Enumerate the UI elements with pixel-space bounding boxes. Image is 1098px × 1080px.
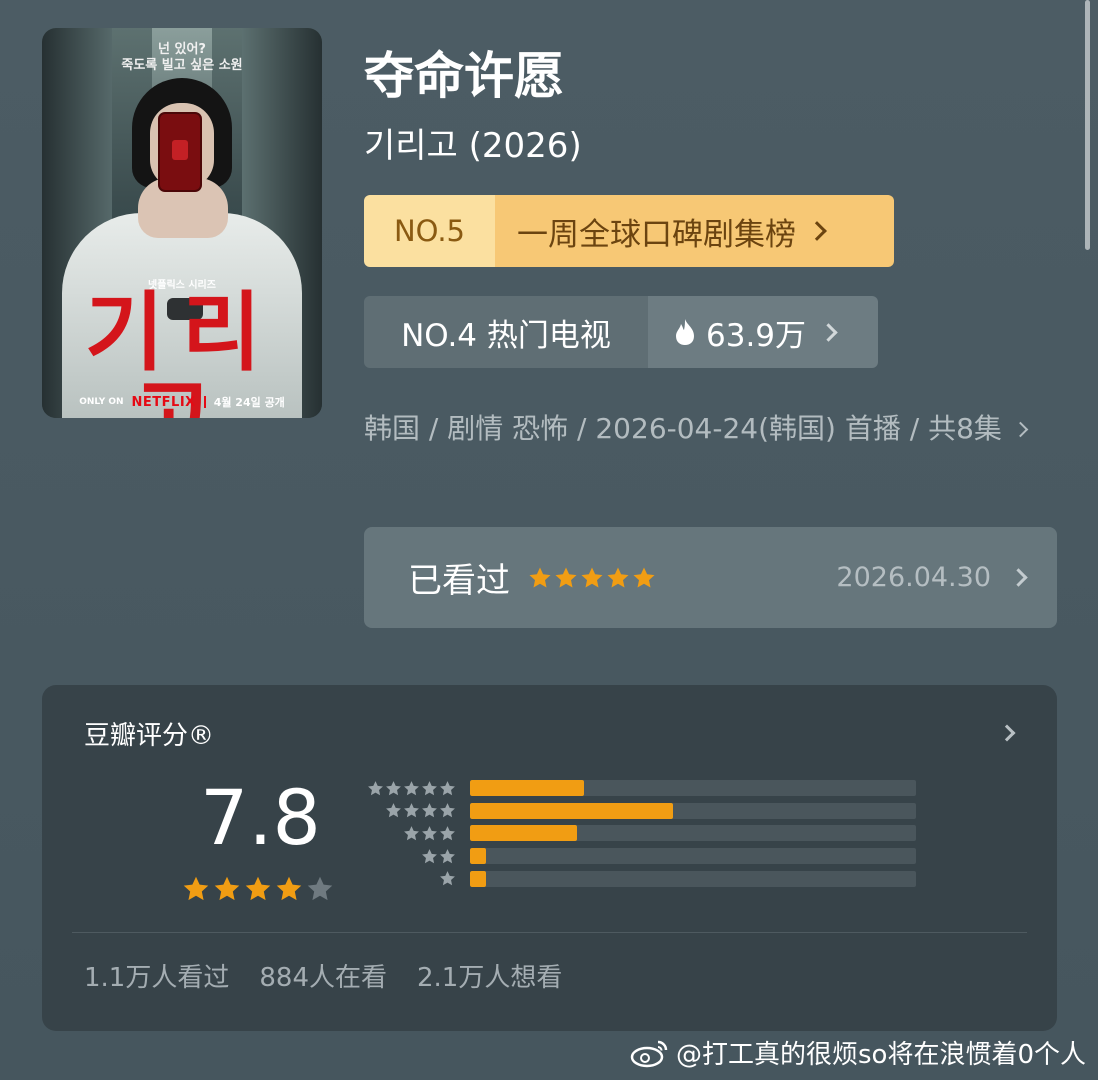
star-icon [422,848,437,863]
weekly-rank-label: 一周全球口碑剧集榜 [517,216,796,253]
hot-tv-rank-badge[interactable]: NO.4 热门电视 63.9万 [364,296,878,368]
flame-icon [676,319,694,345]
stat-watched: 1.1万人看过 [84,963,230,993]
distribution-row-4-star [358,800,916,823]
rating-score-stars [182,875,334,903]
star-icon [440,780,455,796]
heat-value: 63.9万 [706,317,807,354]
distribution-stars [358,825,456,842]
distribution-bar-track [470,802,916,819]
distribution-bar-fill [470,780,584,797]
star-icon [422,780,437,796]
star-icon [440,848,455,863]
chevron-right-icon [1012,421,1029,438]
netflix-logo: NETFLIX [131,394,196,410]
watched-label: 已看过 [408,561,510,601]
star-icon [276,876,302,901]
star-icon [633,567,655,587]
distribution-bar-fill [470,802,673,819]
distribution-bar-fill [470,870,486,887]
star-icon [422,826,437,841]
star-icon [404,826,419,841]
distribution-bar-track [470,870,916,887]
distribution-stars [358,848,456,865]
distribution-row-3-star [358,822,916,845]
info-line[interactable]: 韩国 / 剧情 恐怖 / 2026-04-24(韩国) 首播 / 共8集 [364,402,1064,455]
chevron-right-icon [1009,568,1028,587]
poster-footer: ONLY ON NETFLIX 4월 24일 공개 [42,394,322,410]
star-icon [214,876,240,901]
distribution-stars [358,802,456,819]
chevron-right-icon [819,322,838,342]
poster-phone [158,112,202,192]
rating-distribution [358,777,916,890]
original-title: 기리고 (2026) [364,126,582,166]
user-rating-stars [528,566,656,590]
poster-only-on: ONLY ON [79,397,124,407]
stat-want-to-watch: 2.1万人想看 [417,963,563,993]
weibo-icon [630,1040,668,1067]
distribution-row-5-star [358,777,916,800]
star-icon [581,567,603,587]
star-icon [440,803,455,818]
star-icon [183,876,209,901]
heat-box: 63.9万 [648,296,878,368]
distribution-bar-track [470,780,916,797]
distribution-bar-track [470,825,916,842]
star-icon [386,803,401,818]
star-icon [607,567,629,587]
douban-rating-card[interactable]: 豆瓣评分® 7.8 1.1万人看过 884人在看 2.1万人想看 [42,685,1057,1031]
rating-stats: 1.1万人看过 884人在看 2.1万人想看 [84,957,562,994]
distribution-row-1-star [358,867,916,890]
movie-detail-page: 넌 있어? 죽도록 빌고 싶은 소원 넷플릭스 시리즈 기리고 ONLY ON … [0,0,1098,1080]
info-text: 韩国 / 剧情 恐怖 / 2026-04-24(韩国) 首播 / 共8集 [364,412,1002,445]
rating-score: 7.8 [200,773,321,862]
star-icon [386,780,401,796]
distribution-stars [358,870,456,887]
weekly-rank-number: NO.5 [364,195,495,267]
weekly-rank-label-box: 一周全球口碑剧集榜 [495,195,894,267]
star-icon [440,826,455,841]
rating-heading: 豆瓣评分® [84,721,215,751]
weekly-rank-badge[interactable]: NO.5 一周全球口碑剧集榜 [364,195,894,267]
distribution-bar-fill [470,825,578,842]
star-icon [307,876,333,901]
star-icon [368,780,383,796]
stat-watching: 884人在看 [259,963,387,993]
star-icon [404,780,419,796]
star-icon [404,803,419,818]
poster-tagline-2: 죽도록 빌고 싶은 소원 [121,58,243,73]
distribution-bar-fill [470,848,486,865]
poster-separator [203,396,206,408]
watermark-text: @打工真的很烦so将在浪惯着0个人 [676,1040,1086,1070]
chevron-right-icon [807,221,827,241]
distribution-bar-track [470,848,916,865]
distribution-row-2-star [358,845,916,868]
divider [72,932,1027,933]
watermark: @打工真的很烦so将在浪惯着0个人 [630,1034,1086,1071]
chevron-right-icon[interactable] [998,724,1016,742]
star-icon [440,871,455,886]
scrollbar[interactable] [1085,0,1090,250]
star-icon [529,567,551,587]
star-icon [245,876,271,901]
page-title: 夺命许愿 [364,47,564,105]
poster-release-date: 4월 24일 공개 [213,396,285,409]
distribution-stars [358,780,456,797]
star-icon [422,803,437,818]
poster-image[interactable]: 넌 있어? 죽도록 빌고 싶은 소원 넷플릭스 시리즈 기리고 ONLY ON … [42,28,322,418]
star-icon [555,567,577,587]
hot-tv-rank-label: NO.4 热门电视 [364,296,648,368]
watched-date: 2026.04.30 [836,562,991,593]
watched-card[interactable]: 已看过 2026.04.30 [364,527,1057,628]
